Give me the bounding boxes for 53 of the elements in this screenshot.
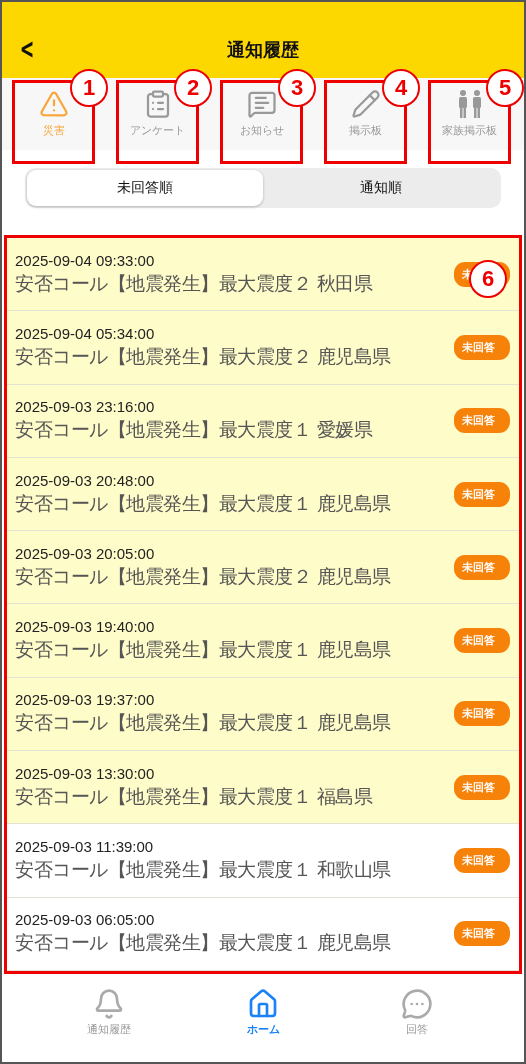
notification-row[interactable]: 2025-09-03 13:30:00 安否コール【地震発生】最大震度１ 福島県 未回答 [7,751,519,825]
notification-row[interactable]: 2025-09-03 23:16:00 安否コール【地震発生】最大震度１ 愛媛県 未回答 [7,384,519,458]
notification-date: 2025-09-03 11:39:00 [15,838,155,855]
callout-number: 3 [278,69,316,107]
status-badge: 未回答 [454,334,510,360]
home-icon [247,987,279,1020]
status-badge: 未回答 [454,921,510,947]
notification-row[interactable]: 2025-09-03 20:48:00 安否コール【地震発生】最大震度１ 鹿児島県 未回答 [7,457,519,532]
callout-number: 5 [486,69,524,107]
warning-icon [38,89,69,119]
notification-date: 2025-09-03 23:16:00 [15,398,156,416]
message-icon [246,89,277,119]
notification-title: 安否コール【地震発生】最大震度２ 鹿児島県 [15,563,392,589]
notification-date: 2025-09-04 09:33:00 [15,251,156,269]
notification-date: 2025-09-03 19:37:00 [15,691,156,709]
sort-tab[interactable]: 通知順 [263,170,499,206]
notification-date: 2025-09-03 19:40:00 [15,618,156,636]
back-button[interactable]: < [17,34,37,64]
bell-icon [93,987,125,1020]
notification-row[interactable]: 2025-09-03 20:05:00 安否コール【地震発生】最大震度２ 鹿児島県 未回答 [7,531,519,605]
notification-title: 安否コール【地震発生】最大震度１ 和歌山県 [15,857,392,882]
screen-title: 通知履歴 [227,38,299,62]
people-icon [456,89,483,119]
status-badge: 未回答 [454,554,510,580]
callout-number: 1 [70,69,108,107]
notification-date: 2025-09-04 05:34:00 [15,324,156,342]
pencil-icon [350,89,381,119]
status-badge: 未回答 [454,701,510,727]
nav-tab[interactable]: ホーム [223,987,303,1040]
status-badge: 未回答 [454,774,510,800]
sort-tab[interactable]: 未回答順 [27,170,263,206]
callout-number: 2 [174,69,212,107]
notification-title: 安否コール【地震発生】最大震度２ 鹿児島県 [15,343,392,369]
status-badge: 未回答 [454,408,510,434]
notification-row[interactable]: 2025-09-03 19:40:00 安否コール【地震発生】最大震度１ 鹿児島県 未回答 [7,604,519,678]
chat-icon [401,987,433,1020]
notification-row[interactable]: 2025-09-04 05:34:00 安否コール【地震発生】最大震度２ 鹿児島県 未回答 [7,311,519,385]
notification-title: 安否コール【地震発生】最大震度１ 鹿児島県 [15,930,392,956]
notification-date: 2025-09-03 13:30:00 [15,764,156,782]
notification-title: 安否コール【地震発生】最大震度１ 鹿児島県 [15,710,392,736]
notification-title: 安否コール【地震発生】最大震度１ 鹿児島県 [15,637,392,663]
callout-number: 4 [382,69,420,107]
notification-title: 安否コール【地震発生】最大震度１ 愛媛県 [15,417,374,443]
status-badge: 未回答 [454,628,510,654]
notification-title: 安否コール【地震発生】最大震度１ 福島県 [15,783,374,809]
notification-title: 安否コール【地震発生】最大震度１ 鹿児島県 [15,490,392,516]
status-badge: 未回答 [454,481,510,507]
notification-date: 2025-09-03 06:05:00 [15,911,156,929]
notification-row[interactable]: 2025-09-03 19:37:00 安否コール【地震発生】最大震度１ 鹿児島県 未回答 [7,677,519,752]
notification-date: 2025-09-03 20:05:00 [15,544,156,562]
status-badge: 未回答 [454,848,510,873]
notification-title: 安否コール【地震発生】最大震度２ 秋田県 [15,270,374,296]
notification-date: 2025-09-03 20:48:00 [15,471,156,489]
